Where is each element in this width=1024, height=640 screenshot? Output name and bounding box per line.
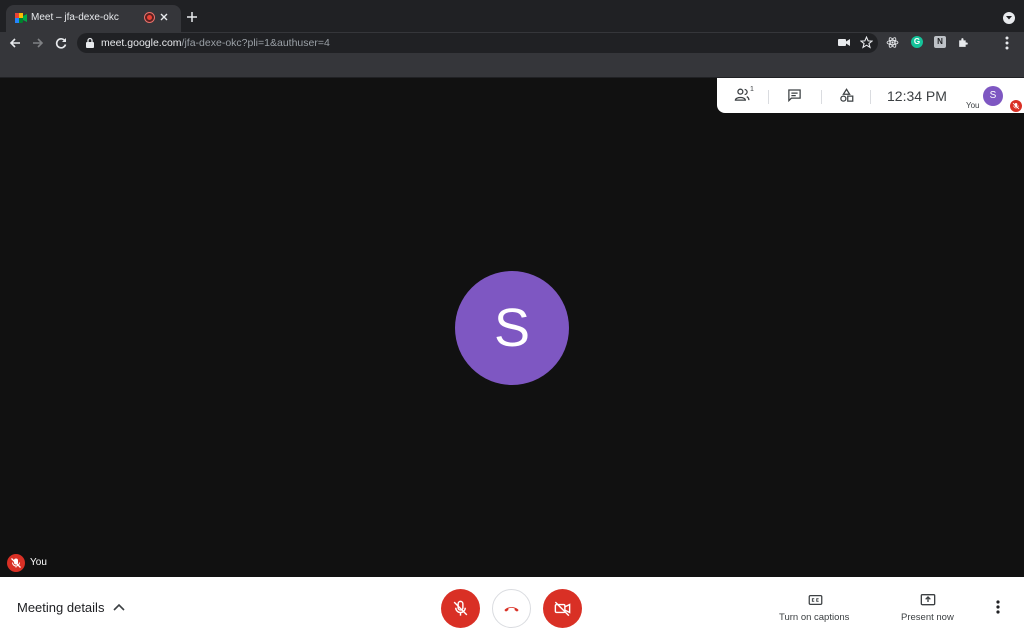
mic-off-icon xyxy=(1010,100,1022,112)
google-meet-icon xyxy=(15,12,27,24)
activities-icon[interactable] xyxy=(839,88,854,103)
people-count: 1 xyxy=(750,86,754,93)
meeting-clock: 12:34 PM xyxy=(887,88,947,104)
more-options-icon[interactable] xyxy=(996,600,1000,614)
hang-up-icon xyxy=(504,607,519,612)
tab-title: Meet – jfa-dexe-okc xyxy=(31,12,119,23)
present-screen-icon xyxy=(920,593,936,607)
chat-icon[interactable] xyxy=(787,88,802,102)
forward-button[interactable] xyxy=(31,36,45,50)
camera-toggle-button[interactable] xyxy=(543,589,582,628)
close-tab-icon[interactable] xyxy=(158,11,172,25)
tab-search-button[interactable] xyxy=(1003,12,1015,24)
panel-divider xyxy=(870,90,871,104)
people-icon[interactable] xyxy=(734,87,751,102)
panel-divider xyxy=(768,90,769,104)
browser-menu-icon[interactable] xyxy=(1005,36,1009,50)
back-button[interactable] xyxy=(8,36,22,50)
new-tab-button[interactable] xyxy=(186,11,200,25)
mic-off-icon xyxy=(453,600,468,616)
reload-button[interactable] xyxy=(54,36,68,50)
url-text[interactable]: meet.google.com/jfa-dexe-okc?pli=1&authu… xyxy=(101,37,330,49)
panel-divider xyxy=(821,90,822,104)
participant-name-tag: You xyxy=(30,557,47,568)
puzzle-icon[interactable] xyxy=(957,36,970,49)
captions-label: Turn on captions xyxy=(779,612,850,623)
leave-call-button[interactable] xyxy=(492,589,531,628)
participant-avatar: S xyxy=(455,271,569,385)
mic-toggle-button[interactable] xyxy=(441,589,480,628)
grammarly-icon[interactable]: G xyxy=(911,36,923,48)
recording-icon xyxy=(144,12,155,23)
camera-off-icon xyxy=(554,601,571,617)
self-view-avatar[interactable]: S xyxy=(983,86,1003,106)
chevron-up-icon[interactable] xyxy=(113,603,125,611)
bookmarks-bar xyxy=(0,56,1024,78)
url-host: meet.google.com xyxy=(101,37,182,49)
lock-icon[interactable] xyxy=(85,37,95,49)
url-path: /jfa-dexe-okc?pli=1&authuser=4 xyxy=(181,37,330,49)
mic-off-icon xyxy=(7,554,25,572)
meeting-details-button[interactable]: Meeting details xyxy=(17,600,104,615)
self-view-label: You xyxy=(966,101,980,110)
present-now-label: Present now xyxy=(901,612,954,623)
closed-captions-icon xyxy=(808,594,823,606)
react-devtools-icon[interactable] xyxy=(886,36,899,49)
camera-in-use-icon[interactable] xyxy=(838,38,850,47)
bookmark-star-icon[interactable] xyxy=(860,36,873,49)
notion-icon[interactable]: N xyxy=(934,36,946,48)
